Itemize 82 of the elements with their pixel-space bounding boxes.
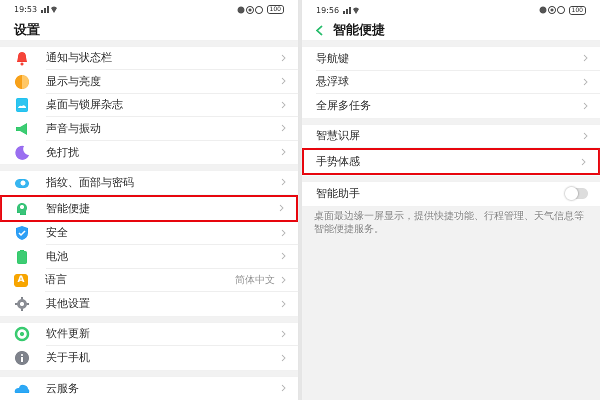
row-label: 指纹、面部与密码 [46, 174, 135, 190]
settings-row[interactable]: 显示与亮度 [0, 70, 298, 94]
chevron-icon [281, 354, 286, 362]
settings-row[interactable]: 电池 [0, 245, 298, 268]
chevron-icon [281, 178, 286, 186]
battery-icon [14, 248, 30, 265]
description-text: 桌面最边缘一屏显示，提供快捷功能、行程管理、天气信息等智能便捷服务。 [313, 210, 585, 236]
settings-row[interactable]: 安全 [0, 222, 298, 245]
settings-row[interactable]: 指纹、面部与密码 [0, 171, 298, 194]
row-label: 悬浮球 [316, 74, 350, 90]
settings-row[interactable]: 智能便捷 [0, 194, 298, 222]
settings-row[interactable]: 云服务 [0, 376, 298, 400]
settings-row[interactable]: 全屏多任务 [302, 94, 600, 118]
chevron-icon [279, 204, 284, 212]
chevron-icon [583, 102, 588, 110]
status-icons-icon [538, 6, 565, 14]
picture-frame-icon [14, 97, 30, 114]
half-circle-icon [14, 74, 30, 90]
row-label: 云服务 [46, 380, 80, 396]
settings-row[interactable]: 悬浮球 [302, 70, 600, 94]
screen-title: 智能便捷 [333, 22, 385, 39]
row-label: 语言 [45, 272, 68, 288]
row-label: 声音与振动 [46, 120, 102, 136]
gear-icon [14, 296, 30, 312]
bell-icon [14, 50, 30, 66]
signal-icon [343, 6, 360, 14]
status-time: 19:56 [316, 6, 340, 14]
settings-row[interactable]: 关于手机 [0, 346, 298, 370]
row-label: 导航键 [316, 50, 350, 66]
row-label: 智能助手 [316, 186, 361, 202]
settings-row[interactable]: 手势体感 [302, 148, 600, 175]
settings-row[interactable]: 桌面与锁屏杂志 [0, 94, 298, 117]
head-icon [14, 200, 30, 216]
chevron-icon [281, 276, 286, 284]
row-label: 电池 [46, 248, 69, 264]
row-label: 安全 [46, 225, 69, 240]
row-label: 软件更新 [46, 326, 91, 342]
row-label: 显示与亮度 [46, 74, 102, 89]
shield-icon [14, 225, 30, 242]
row-label: 关于手机 [46, 350, 91, 366]
chevron-icon [281, 77, 286, 86]
settings-row[interactable]: 软件更新 [0, 322, 298, 346]
chevron-icon [281, 54, 286, 62]
row-label: 免打扰 [46, 144, 80, 160]
row-label: 其他设置 [46, 296, 91, 312]
row-label: 通知与状态栏 [46, 50, 113, 66]
chevron-icon [583, 132, 588, 140]
row-label: 手势体感 [316, 154, 361, 169]
status-time: 19:53 [14, 5, 38, 14]
row-label: 智能便捷 [46, 200, 91, 216]
chevron-icon [281, 384, 286, 392]
toggle-switch[interactable] [566, 188, 588, 200]
back-icon[interactable] [316, 24, 323, 36]
info-icon [14, 350, 30, 366]
settings-row[interactable]: 智慧识屏 [302, 124, 600, 148]
status-icons-icon [236, 6, 263, 14]
settings-row[interactable]: 导航键 [302, 47, 600, 70]
chevron-icon [583, 78, 588, 86]
settings-row[interactable]: 免打扰 [0, 140, 298, 164]
chevron-icon [281, 148, 286, 156]
signal-icon [41, 6, 58, 14]
chevron-icon [281, 228, 286, 237]
row-value: 简体中文 [235, 274, 275, 287]
settings-row[interactable]: 声音与振动 [0, 117, 298, 140]
row-label: 桌面与锁屏杂志 [46, 97, 124, 112]
moon-icon [14, 144, 30, 160]
settings-row[interactable]: 通知与状态栏 [0, 46, 298, 70]
row-label: 全屏多任务 [316, 98, 372, 114]
chevron-icon [281, 300, 286, 308]
settings-row[interactable]: 智能助手 [302, 182, 600, 206]
chevron-icon [281, 100, 286, 109]
speaker-icon [14, 120, 30, 137]
row-label: 智慧识屏 [316, 128, 361, 144]
settings-row[interactable]: A 语言 简体中文 [0, 268, 298, 292]
settings-row[interactable]: 其他设置 [0, 292, 298, 316]
language-icon: A [14, 274, 28, 287]
chevron-icon [281, 330, 286, 338]
chevron-icon [583, 54, 588, 62]
chevron-icon [281, 124, 286, 132]
screen-title: 设置 [14, 22, 40, 39]
chevron-icon [281, 252, 286, 260]
chevron-icon [581, 158, 586, 166]
